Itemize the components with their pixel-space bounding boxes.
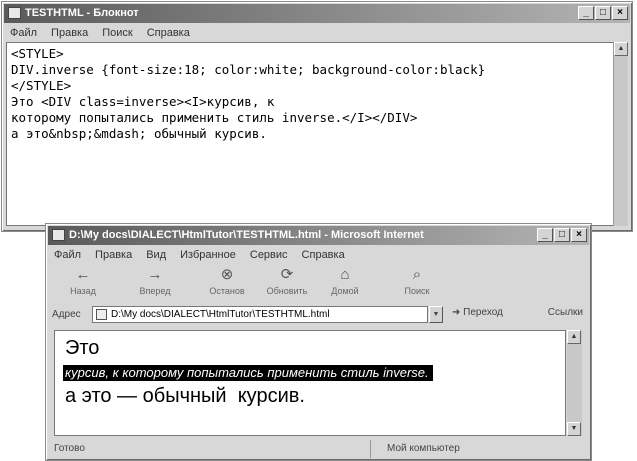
status-zone: Мой компьютер	[370, 440, 460, 458]
address-input[interactable]: D:\My docs\DIALECT\HtmlTutor\TESTHTML.ht…	[92, 306, 428, 323]
code-line: которому попытались применить стиль inve…	[11, 110, 418, 125]
notepad-text-area[interactable]: <STYLE> DIV.inverse {font-size:18; color:…	[6, 42, 614, 226]
back-arrow-icon: ←	[75, 266, 91, 283]
search-icon: ⌕	[412, 266, 422, 283]
ie-app-icon	[52, 229, 65, 241]
scroll-down-arrow-icon[interactable]: ▼	[567, 422, 581, 436]
address-value: D:\My docs\DIALECT\HtmlTutor\TESTHTML.ht…	[111, 309, 330, 320]
back-button[interactable]: ← Назад	[54, 264, 112, 302]
address-dropdown-arrow-icon[interactable]: ▼	[429, 306, 443, 323]
browser-titlebar[interactable]: D:\My docs\DIALECT\HtmlTutor\TESTHTML.ht…	[48, 226, 589, 245]
refresh-button[interactable]: ⟳ Обновить	[258, 264, 316, 302]
browser-window: D:\My docs\DIALECT\HtmlTutor\TESTHTML.ht…	[45, 223, 592, 461]
content-text-line: а это — обычный курсив.	[65, 385, 305, 407]
browser-toolbar: ← Назад → Вперед ⊗ Останов ⟳ Обновить ⌂ Домой…	[50, 264, 587, 302]
close-button[interactable]: ×	[612, 6, 628, 20]
status-ready: Готово	[54, 443, 85, 454]
code-line: DIV.inverse {font-size:18; color:white; …	[11, 62, 486, 77]
menu-file[interactable]: Файл	[54, 249, 81, 261]
menu-view[interactable]: Вид	[146, 249, 166, 261]
menu-search[interactable]: Поиск	[102, 27, 132, 39]
menu-help[interactable]: Справка	[302, 249, 345, 261]
browser-vertical-scrollbar[interactable]: ▲ ▼	[567, 330, 582, 436]
home-icon: ⌂	[340, 266, 350, 283]
menu-tools[interactable]: Сервис	[250, 249, 288, 261]
code-line: </STYLE>	[11, 78, 72, 93]
scroll-up-arrow-icon[interactable]: ▲	[614, 42, 628, 56]
code-line: Это <DIV class=inverse><I>курсив, к	[11, 94, 275, 109]
menu-help[interactable]: Справка	[147, 27, 190, 39]
address-bar: Адрес D:\My docs\DIALECT\HtmlTutor\TESTH…	[50, 304, 587, 326]
menu-edit[interactable]: Правка	[51, 27, 88, 39]
forward-button[interactable]: → Вперед	[126, 264, 184, 302]
home-button[interactable]: ⌂ Домой	[316, 264, 374, 302]
notepad-window: TESTHTML - Блокнот _ □ × Файл Правка Поиск…	[1, 1, 633, 232]
page-icon	[96, 309, 107, 320]
notepad-titlebar[interactable]: TESTHTML - Блокнот _ □ ×	[4, 4, 630, 23]
go-button[interactable]: ➜ Переход	[452, 307, 503, 318]
minimize-button[interactable]: _	[537, 228, 553, 242]
status-bar: Готово Мой компьютер	[50, 440, 587, 458]
links-button[interactable]: Ссылки	[548, 307, 583, 318]
code-line: <STYLE>	[11, 46, 64, 61]
code-line: а это&nbsp;&mdash; обычный курсив.	[11, 126, 267, 141]
browser-title: D:\My docs\DIALECT\HtmlTutor\TESTHTML.ht…	[69, 229, 424, 241]
stop-button[interactable]: ⊗ Останов	[198, 264, 256, 302]
refresh-icon: ⟳	[280, 266, 294, 283]
maximize-button[interactable]: □	[554, 228, 570, 242]
notepad-vertical-scrollbar[interactable]: ▲	[613, 42, 628, 226]
menu-file[interactable]: Файл	[10, 27, 37, 39]
notepad-title: TESTHTML - Блокнот	[25, 7, 139, 19]
menu-favorites[interactable]: Избранное	[180, 249, 236, 261]
menu-edit[interactable]: Правка	[95, 249, 132, 261]
content-text-line: Это	[65, 337, 100, 359]
forward-arrow-icon: →	[147, 266, 163, 283]
stop-icon: ⊗	[220, 266, 234, 283]
browser-menubar: Файл Правка Вид Избранное Сервис Справка	[48, 246, 589, 264]
maximize-button[interactable]: □	[595, 6, 611, 20]
address-label: Адрес	[52, 309, 81, 320]
page-content: Это курсив, к которому попытались примен…	[54, 330, 566, 436]
minimize-button[interactable]: _	[578, 6, 594, 20]
close-button[interactable]: ×	[571, 228, 587, 242]
search-button[interactable]: ⌕ Поиск	[388, 264, 446, 302]
notepad-app-icon	[8, 7, 21, 19]
scroll-up-arrow-icon[interactable]: ▲	[567, 330, 581, 344]
notepad-menubar: Файл Правка Поиск Справка	[4, 24, 630, 42]
inverse-italic-block: курсив, к которому попытались применить …	[63, 365, 433, 381]
